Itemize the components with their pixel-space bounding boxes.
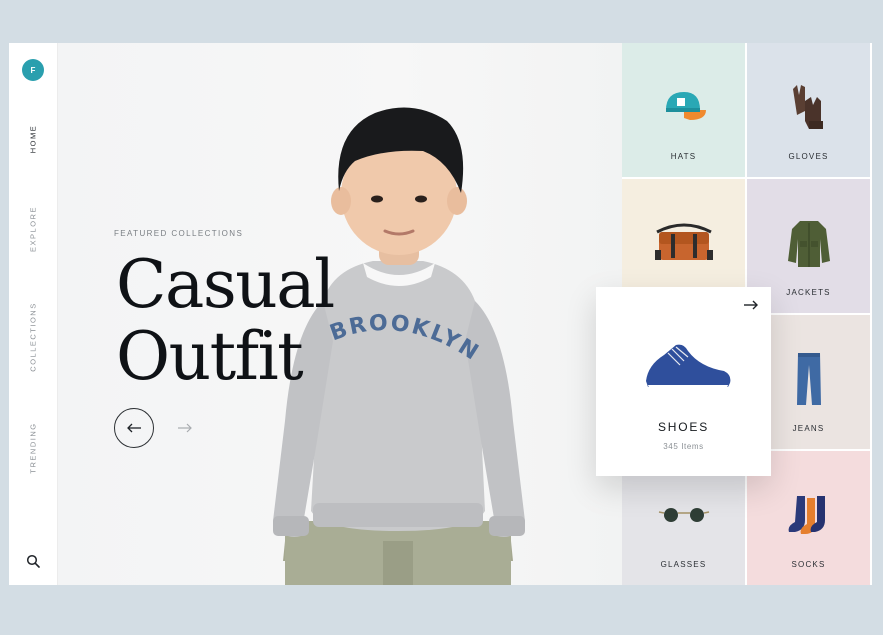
- search-icon[interactable]: [26, 554, 40, 568]
- hero-section: BROOKLYN FEATURED COLLECTIONS Casual Outf…: [58, 43, 622, 585]
- glasses-icon: [658, 508, 709, 523]
- jeans-icon: [796, 353, 821, 406]
- app-frame: F HOME EXPLORE COLLECTIONS TRENDING BROO…: [9, 43, 872, 585]
- prev-button[interactable]: [114, 408, 154, 448]
- category-label: GLASSES: [660, 560, 707, 569]
- bag-icon: [654, 223, 713, 261]
- category-tile-hats[interactable]: HATS: [622, 43, 745, 177]
- featured-card-shoes[interactable]: SHOES 345 Items: [596, 287, 771, 476]
- cap-icon: [665, 92, 706, 121]
- category-tile-gloves[interactable]: GLOVES: [747, 43, 870, 177]
- page-title: Casual Outfit: [116, 246, 335, 395]
- category-label: GLOVES: [788, 152, 829, 161]
- sidebar: F HOME EXPLORE COLLECTIONS TRENDING: [9, 43, 58, 585]
- arrow-left-icon: [127, 423, 141, 433]
- category-label: HATS: [670, 152, 697, 161]
- arrow-right-icon: [178, 423, 192, 433]
- sidebar-item-trending[interactable]: TRENDING: [29, 422, 38, 473]
- socks-icon: [788, 496, 825, 535]
- sidebar-item-collections[interactable]: COLLECTIONS: [29, 302, 38, 371]
- title-line-1: Casual: [116, 246, 335, 323]
- gloves-icon: [792, 85, 823, 130]
- category-label: SOCKS: [791, 560, 826, 569]
- featured-card-title: SHOES: [657, 420, 709, 434]
- next-button[interactable]: [176, 420, 194, 436]
- featured-card-count: 345 Items: [663, 442, 704, 451]
- jacket-icon: [787, 221, 830, 268]
- shoe-icon: [646, 344, 731, 391]
- arrow-right-icon[interactable]: [743, 299, 759, 311]
- featured-kicker: FEATURED COLLECTIONS: [114, 229, 244, 238]
- sidebar-item-home[interactable]: HOME: [29, 125, 38, 154]
- title-line-2: Outfit: [116, 318, 304, 395]
- sidebar-item-explore[interactable]: EXPLORE: [29, 206, 38, 252]
- brand-logo[interactable]: F: [22, 59, 44, 81]
- logo-letter: F: [30, 65, 36, 75]
